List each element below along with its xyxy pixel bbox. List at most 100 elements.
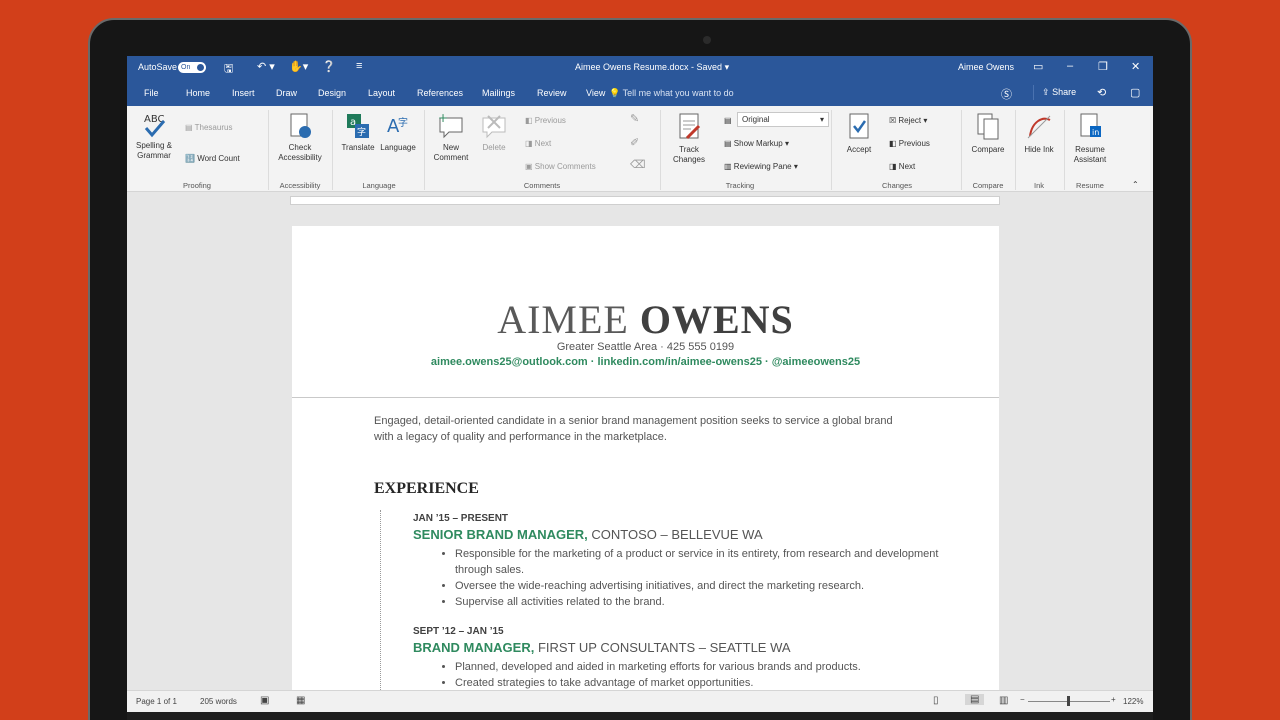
accessibility-icon — [290, 113, 311, 138]
customize-toolbar-icon[interactable]: ≡ — [356, 60, 362, 72]
group-label-proofing: Proofing — [183, 181, 211, 190]
zoom-in-icon[interactable]: + — [1111, 695, 1116, 704]
ink-comment-icon[interactable]: ✎ — [630, 114, 639, 125]
zoom-level[interactable]: 122% — [1123, 697, 1143, 706]
skype-icon[interactable]: Ⓢ — [1001, 86, 1012, 102]
hide-ink-button[interactable]: Hide Ink — [1019, 112, 1059, 155]
previous-change-button[interactable]: ◧ Previous — [889, 139, 930, 149]
lightbulb-icon: 💡 — [609, 88, 621, 98]
print-layout-icon[interactable]: ▤ — [965, 694, 985, 705]
show-comments-button[interactable]: ▣ Show Comments — [525, 162, 596, 172]
job-company: CONTOSO – BELLEVUE WA — [587, 527, 763, 542]
chevron-down-icon: ▾ — [819, 115, 824, 124]
tab-home[interactable]: Home — [186, 88, 210, 98]
separator — [268, 110, 269, 190]
separator — [660, 110, 661, 190]
minimize-icon[interactable]: – — [1067, 60, 1073, 72]
word-count-button[interactable]: 🔢 Word Count — [185, 154, 240, 164]
translate-button[interactable]: a字 Translate — [337, 112, 379, 153]
group-label-language: Language — [362, 181, 396, 190]
tab-draw[interactable]: Draw — [276, 88, 297, 98]
tab-layout[interactable]: Layout — [368, 88, 395, 98]
translate-icon: a字 — [347, 114, 369, 138]
group-label-changes: Changes — [881, 181, 913, 190]
reject-button[interactable]: ☒ Reject ▾ — [889, 116, 927, 126]
spelling-grammar-button[interactable]: ABC Spelling & Grammar — [132, 112, 176, 161]
next-comment-button[interactable]: ◨ Next — [525, 139, 551, 149]
thesaurus-icon: ▤ — [185, 123, 193, 132]
page-count[interactable]: Page 1 of 1 — [136, 697, 177, 706]
account-name[interactable]: Aimee Owens — [958, 62, 1014, 72]
help-icon[interactable]: ❔ — [322, 60, 336, 73]
tab-mailings[interactable]: Mailings — [482, 88, 515, 98]
previous-comment-icon: ◧ — [525, 116, 533, 125]
eraser-icon[interactable]: ⌫ — [630, 160, 646, 171]
compare-button[interactable]: Compare — [965, 112, 1011, 155]
word-count[interactable]: 205 words — [200, 697, 237, 706]
group-label-compare: Compare — [972, 181, 1004, 190]
macro-record-icon[interactable]: ▦ — [296, 695, 305, 706]
zoom-out-icon[interactable]: − — [1020, 695, 1025, 704]
list-item: Planned, developed and aided in marketin… — [455, 659, 973, 675]
zoom-slider-handle[interactable] — [1067, 696, 1070, 706]
previous-comment-button[interactable]: ◧ Previous — [525, 116, 566, 126]
activity-icon[interactable]: ⟲ — [1097, 86, 1106, 99]
check-accessibility-label: Check Accessibility — [278, 143, 322, 162]
show-markup-button[interactable]: ▤ Show Markup ▾ — [724, 139, 789, 149]
accept-button[interactable]: Accept — [836, 112, 882, 155]
reviewing-pane-icon: ▥ — [724, 162, 732, 171]
tab-file[interactable]: File — [144, 88, 159, 98]
svg-text:in: in — [1092, 128, 1099, 137]
delete-comment-button[interactable]: Delete — [474, 112, 514, 153]
markup-view-dropdown[interactable]: Original ▾ — [737, 112, 829, 127]
reviewing-pane-button[interactable]: ▥ Reviewing Pane ▾ — [724, 162, 798, 172]
tab-references[interactable]: References — [417, 88, 463, 98]
thesaurus-button[interactable]: ▤ Thesaurus — [185, 123, 232, 133]
contact-links[interactable]: aimee.owens25@outlook.com · linkedin.com… — [292, 356, 999, 368]
group-label-tracking: Tracking — [725, 181, 755, 190]
touch-mode-icon[interactable]: ✋▾ — [289, 60, 308, 73]
next-change-button[interactable]: ◨ Next — [889, 162, 915, 172]
job-role: BRAND MANAGER, — [413, 640, 535, 655]
save-icon[interactable]: 🖫 — [224, 60, 233, 79]
tab-view[interactable]: View — [586, 88, 605, 98]
reject-icon: ☒ — [889, 116, 897, 125]
resume-name: AIMEE OWENS — [292, 296, 999, 343]
spelling-label: Spelling & Grammar — [135, 141, 173, 160]
close-icon[interactable]: ✕ — [1131, 60, 1140, 73]
reviewing-pane-label: Reviewing Pane — [733, 162, 792, 171]
horizontal-ruler[interactable] — [290, 196, 1000, 205]
share-icon: ⇪ — [1042, 87, 1050, 97]
ribbon-tabs: File Home Insert Draw Design Layout Refe… — [127, 80, 1153, 106]
pen-icon[interactable]: ✐ — [630, 138, 639, 149]
compare-icon — [977, 113, 999, 140]
collapse-ribbon-icon[interactable]: ⌃ — [1132, 180, 1139, 190]
word-count-icon: 🔢 — [185, 154, 195, 163]
restore-icon[interactable]: ❐ — [1098, 60, 1108, 73]
name-last: OWENS — [639, 297, 794, 342]
comments-pane-icon[interactable]: ▢ — [1130, 86, 1140, 99]
job-entry: SEPT ’12 – JAN ’15 BRAND MANAGER, FIRST … — [413, 626, 973, 691]
undo-icon[interactable]: ↶ ▾ — [257, 60, 275, 73]
check-accessibility-button[interactable]: Check Accessibility — [273, 112, 327, 163]
group-label-comments: Comments — [523, 181, 561, 190]
document-page[interactable]: AIMEE OWENS Greater Seattle Area · 425 5… — [292, 226, 999, 700]
tab-review[interactable]: Review — [537, 88, 567, 98]
reject-label: Reject — [898, 116, 922, 125]
job-entry: JAN ’15 – PRESENT SENIOR BRAND MANAGER, … — [413, 513, 973, 610]
new-comment-button[interactable]: + New Comment — [429, 112, 473, 163]
web-layout-icon[interactable]: ▥ — [999, 695, 1008, 706]
word-count-label: Word Count — [197, 154, 240, 163]
proofing-status-icon[interactable]: ▣ — [260, 695, 269, 706]
tab-design[interactable]: Design — [318, 88, 346, 98]
read-mode-icon[interactable]: ▯ — [933, 695, 939, 706]
tab-insert[interactable]: Insert — [232, 88, 255, 98]
ribbon-display-icon[interactable]: ▭ — [1033, 60, 1043, 73]
autosave-toggle[interactable]: On — [178, 62, 206, 73]
resume-assistant-button[interactable]: in Resume Assistant — [1067, 112, 1113, 165]
accept-icon — [849, 113, 869, 139]
share-button[interactable]: ⇪ Share — [1033, 85, 1084, 100]
language-button[interactable]: A字 Language — [377, 112, 419, 153]
tell-me-search[interactable]: 💡 Tell me what you want to do — [609, 88, 734, 99]
track-changes-button[interactable]: Track Changes — [665, 112, 713, 165]
